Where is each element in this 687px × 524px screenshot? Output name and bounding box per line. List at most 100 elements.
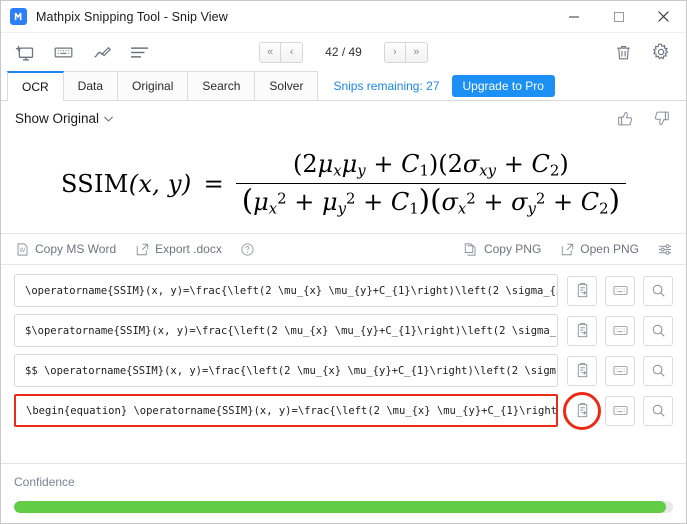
thumbs-up-icon[interactable] <box>614 107 636 129</box>
tab-data-label: Data <box>77 79 104 93</box>
copy-png-label: Copy PNG <box>483 242 542 256</box>
show-original-label: Show Original <box>15 110 100 126</box>
copy-to-clipboard-button[interactable] <box>567 275 597 306</box>
show-original-row: Show Original <box>1 101 686 135</box>
copy-png-button[interactable]: Copy PNG <box>463 241 541 257</box>
snips-remaining-text: Snips remaining: 27 <box>333 78 440 93</box>
maximize-button[interactable] <box>596 1 641 32</box>
trash-icon[interactable] <box>612 41 634 63</box>
tab-solver-label: Solver <box>269 79 304 93</box>
keyboard-shortcut-icon[interactable] <box>51 40 75 64</box>
keyboard-button[interactable] <box>605 355 635 386</box>
title-bar: Mathpix Snipping Tool - Snip View <box>1 1 686 33</box>
tab-solver[interactable]: Solver <box>254 71 319 100</box>
formula-lhs: SSIM(x, y) <box>60 170 192 198</box>
latex-rows-area: \operatorname{SSIM}(x, y)=\frac{\left(2 … <box>1 265 686 463</box>
export-docx-button[interactable]: Export .docx <box>134 241 222 257</box>
upgrade-to-pro-button[interactable]: Upgrade to Pro <box>451 74 555 97</box>
latex-row: $\operatorname{SSIM}(x, y)=\frac{\left(2… <box>14 314 673 347</box>
confidence-bar-fill <box>14 501 667 513</box>
copy-to-clipboard-button[interactable] <box>567 315 597 346</box>
draw-icon[interactable] <box>89 40 113 64</box>
latex-row: $$ \operatorname{SSIM}(x, y)=\frac{\left… <box>14 354 673 387</box>
latex-row-buttons <box>563 391 673 430</box>
keyboard-button[interactable] <box>605 315 635 346</box>
maximize-icon <box>613 11 624 22</box>
feedback-group <box>614 107 672 129</box>
latex-row-buttons <box>567 315 673 346</box>
open-png-label: Open PNG <box>580 242 639 256</box>
chevron-down-icon <box>104 116 113 122</box>
rendered-formula-panel: SSIM(x, y) = (2μxμy + C1)(2σxy + C2) (μx… <box>1 135 686 233</box>
minimize-icon <box>568 16 579 17</box>
pager-next-group: › » <box>383 41 428 63</box>
help-button[interactable] <box>240 241 256 257</box>
copy-icon <box>463 241 479 257</box>
tab-ocr[interactable]: OCR <box>7 71 64 101</box>
formula-equals: = <box>203 170 224 198</box>
latex-row-buttons <box>567 275 673 306</box>
ssim-formula: SSIM(x, y) = (2μxμy + C1)(2σxy + C2) (μx… <box>60 150 627 218</box>
page-counter: 42 / 49 <box>325 45 362 59</box>
confidence-label: Confidence <box>14 475 75 489</box>
copy-to-clipboard-button[interactable] <box>567 355 597 386</box>
close-icon <box>658 11 669 22</box>
last-page-button[interactable]: » <box>405 41 428 63</box>
search-button[interactable] <box>643 315 673 346</box>
svg-text:W: W <box>19 248 25 254</box>
export-action-bar: W Copy MS Word Export .docx Copy PNG Ope… <box>1 233 686 265</box>
latex-row-buttons <box>567 355 673 386</box>
tool-right-group <box>612 41 672 63</box>
sliders-icon <box>657 241 673 257</box>
keyboard-button[interactable] <box>605 395 635 426</box>
next-page-button[interactable]: › <box>383 41 406 63</box>
png-action-group: Copy PNG Open PNG <box>463 241 673 257</box>
copy-ms-word-button[interactable]: W Copy MS Word <box>14 241 116 257</box>
search-button[interactable] <box>643 355 673 386</box>
window-title: Mathpix Snipping Tool - Snip View <box>36 9 228 24</box>
tab-bar: OCR Data Original Search Solver Snips re… <box>1 71 686 101</box>
window-controls <box>551 1 686 32</box>
keyboard-button[interactable] <box>605 275 635 306</box>
export-docx-label: Export .docx <box>155 242 222 256</box>
formula-fraction: (2μxμy + C1)(2σxy + C2) (μx2 + μy2 + C1)… <box>235 150 627 218</box>
prev-page-button[interactable]: ‹ <box>281 41 304 63</box>
minimize-button[interactable] <box>551 1 596 32</box>
mathpix-glyph-icon <box>14 12 22 21</box>
new-snip-icon[interactable] <box>13 40 37 64</box>
external-link-icon <box>134 241 150 257</box>
first-page-button[interactable]: « <box>259 41 282 63</box>
tab-ocr-label: OCR <box>22 79 49 94</box>
tab-original[interactable]: Original <box>117 71 189 100</box>
pager-prev-group: « ‹ <box>259 41 304 63</box>
tab-original-label: Original <box>132 79 174 93</box>
gear-icon[interactable] <box>650 41 672 63</box>
latex-text-begin-equation[interactable]: \begin{equation} \operatorname{SSIM}(x, … <box>14 394 558 427</box>
tool-icon-group <box>13 40 151 64</box>
latex-row: \operatorname{SSIM}(x, y)=\frac{\left(2 … <box>14 274 673 307</box>
latex-text-display-dollar[interactable]: $$ \operatorname{SSIM}(x, y)=\frac{\left… <box>14 354 558 387</box>
thumbs-down-icon[interactable] <box>650 107 672 129</box>
tab-search-label: Search <box>202 79 241 93</box>
copy-ms-word-label: Copy MS Word <box>35 242 117 256</box>
app-logo-icon <box>10 8 27 25</box>
external-link-icon <box>559 241 575 257</box>
latex-text-inline-dollar[interactable]: $\operatorname{SSIM}(x, y)=\frac{\left(2… <box>14 314 558 347</box>
close-button[interactable] <box>641 1 686 32</box>
app-window: Mathpix Snipping Tool - Snip View « ‹ 42… <box>0 0 687 524</box>
formula-denominator: (μx2 + μy2 + C1)(σx2 + σy2 + C2) <box>235 183 627 218</box>
latex-row-highlighted: \begin{equation} \operatorname{SSIM}(x, … <box>14 391 673 430</box>
tab-data[interactable]: Data <box>62 71 119 100</box>
png-settings-button[interactable] <box>657 241 673 257</box>
search-button[interactable] <box>643 275 673 306</box>
help-circle-icon <box>240 241 256 257</box>
show-original-dropdown[interactable]: Show Original <box>15 111 115 126</box>
search-button[interactable] <box>643 395 673 426</box>
tool-row: « ‹ 42 / 49 › » <box>1 33 686 71</box>
text-lines-icon[interactable] <box>127 40 151 64</box>
tab-search[interactable]: Search <box>187 71 256 100</box>
word-doc-icon: W <box>14 241 30 257</box>
latex-text-plain[interactable]: \operatorname{SSIM}(x, y)=\frac{\left(2 … <box>14 274 558 307</box>
open-png-button[interactable]: Open PNG <box>559 241 639 257</box>
copy-to-clipboard-button-highlighted[interactable] <box>563 391 601 430</box>
